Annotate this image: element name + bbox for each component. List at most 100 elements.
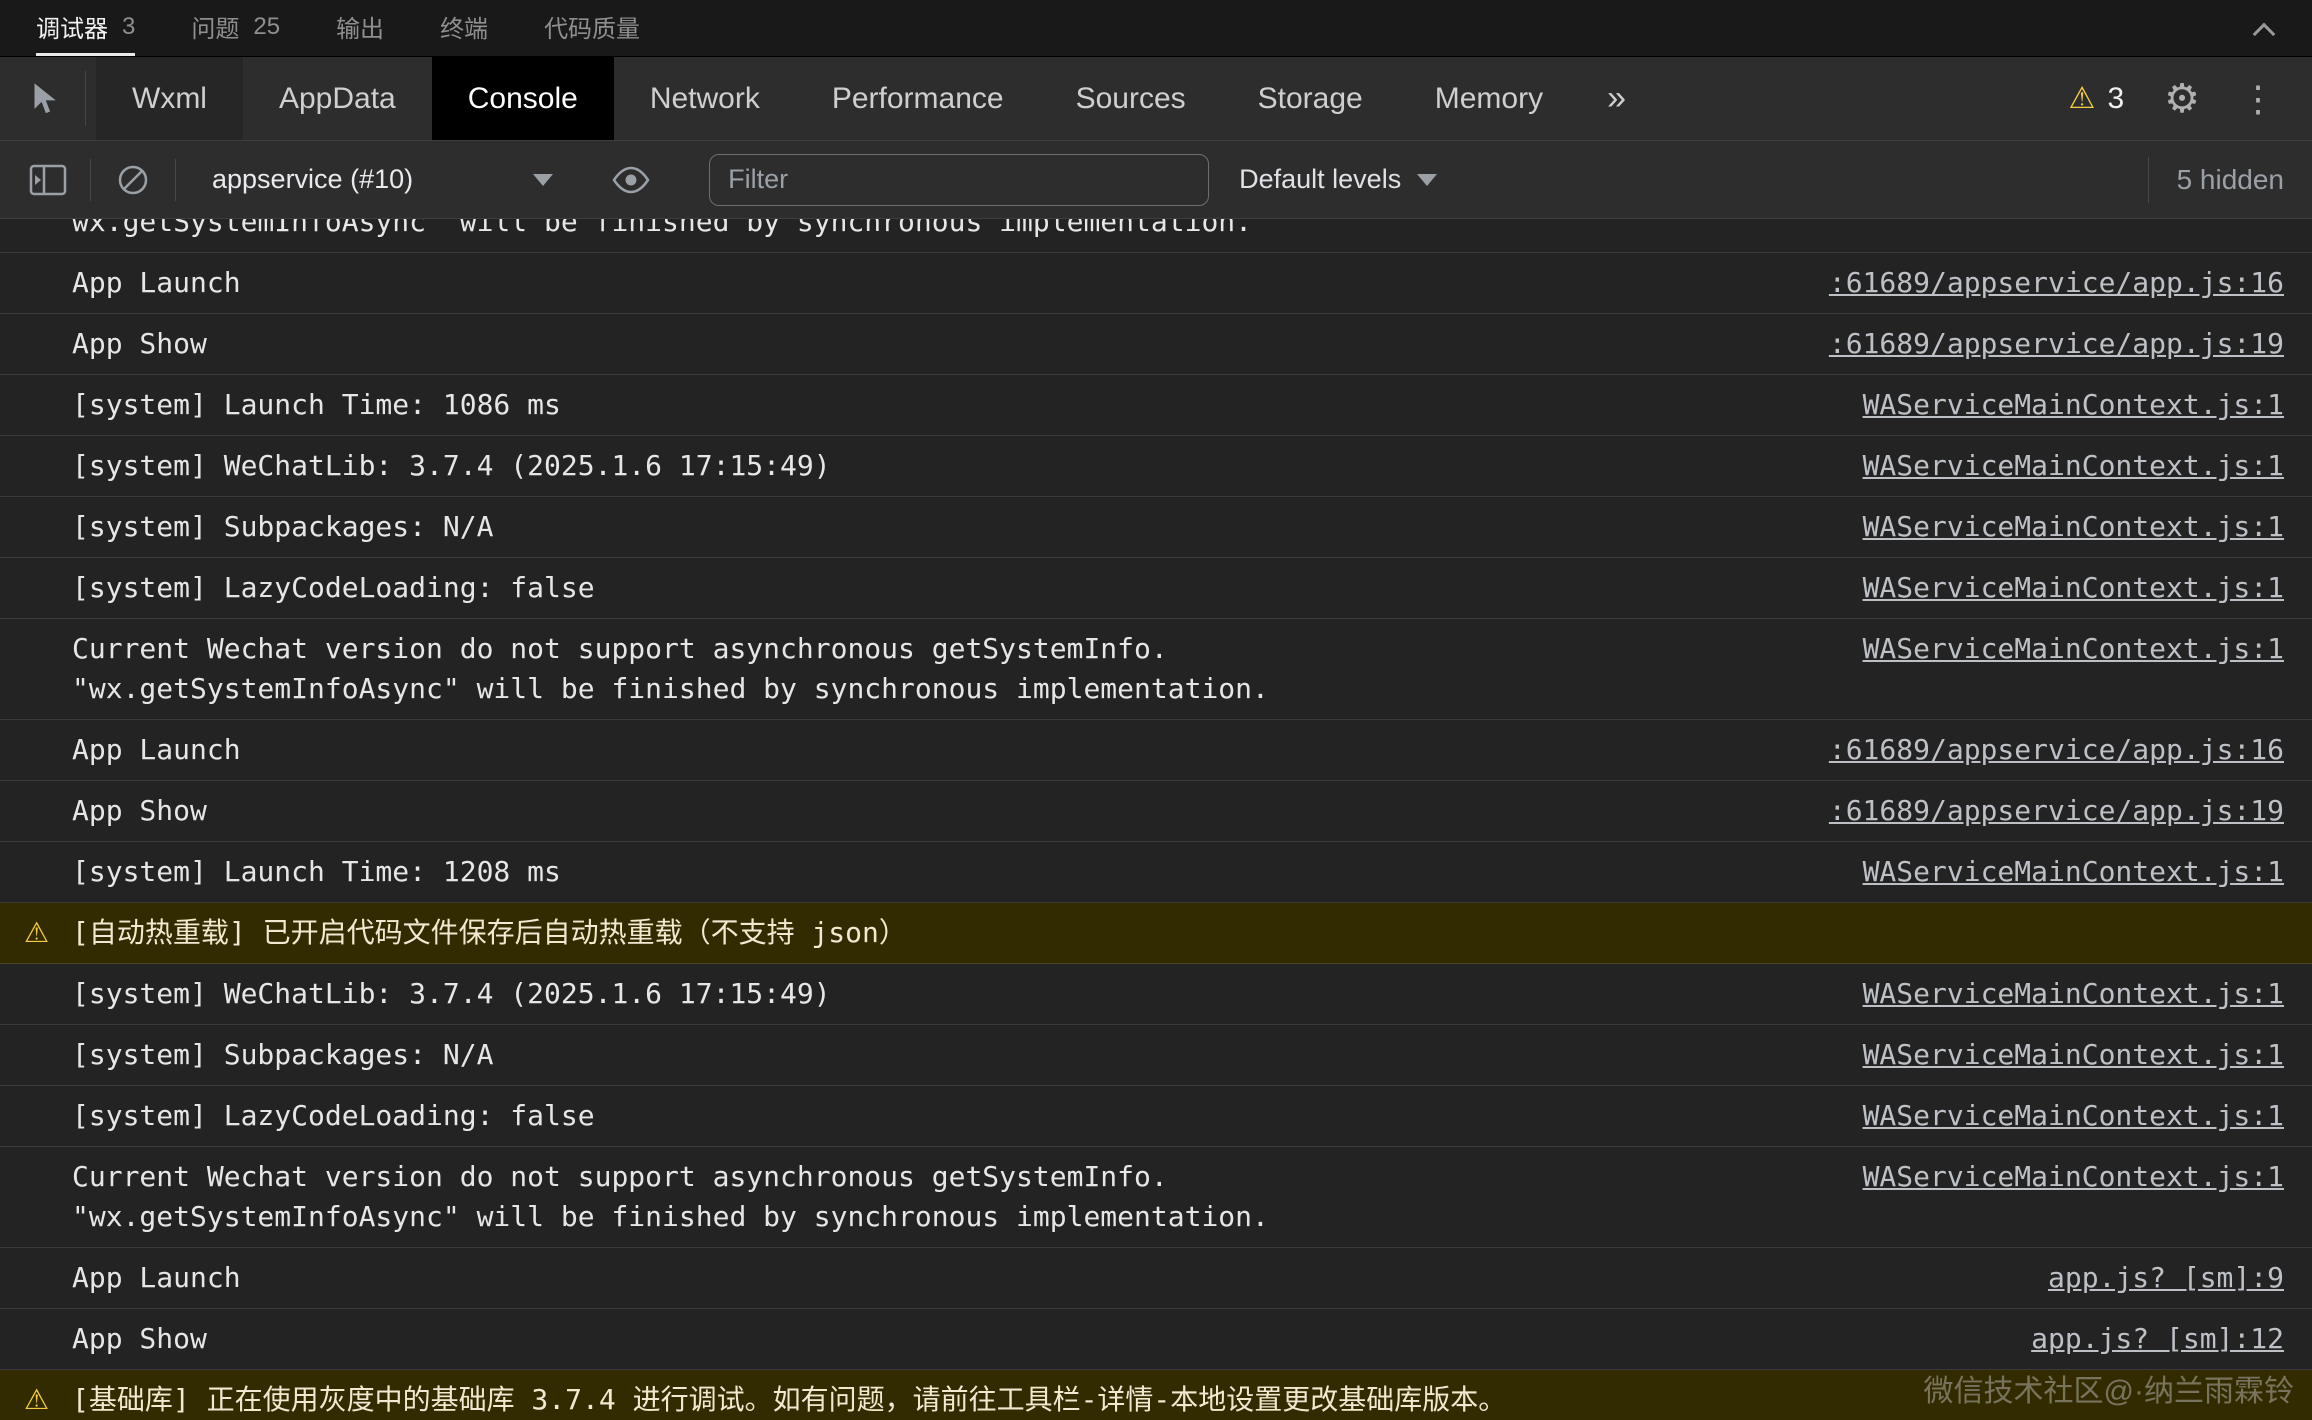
console-toolbar: appservice (#10) Default levels 5 hidden xyxy=(0,141,2312,219)
inspect-element-button[interactable] xyxy=(0,71,86,126)
log-message: [system] LazyCodeLoading: false xyxy=(72,568,595,608)
warning-icon: ⚠ xyxy=(24,1380,49,1420)
warnings-indicator[interactable]: ⚠ 3 xyxy=(2069,81,2125,116)
chevron-down-icon xyxy=(533,174,553,186)
warning-count: 3 xyxy=(2107,82,2124,116)
console-row: [system] Launch Time: 1208 ms WAServiceMa… xyxy=(0,842,2312,903)
tab-storage[interactable]: Storage xyxy=(1222,57,1399,140)
collapse-chevron-icon[interactable] xyxy=(2253,23,2276,46)
source-link[interactable]: :61689/appservice/app.js:19 xyxy=(1829,324,2284,364)
console-sidebar-icon xyxy=(28,162,68,198)
top-tab-3[interactable]: 输出 xyxy=(336,0,384,56)
source-link[interactable]: WAServiceMainContext.js:1 xyxy=(1863,1157,2284,1197)
tab-performance[interactable]: Performance xyxy=(796,57,1040,140)
log-levels-label: Default levels xyxy=(1239,164,1401,195)
warning-icon: ⚠ xyxy=(24,913,49,953)
console-row: [system] WeChatLib: 3.7.4 (2025.1.6 17:1… xyxy=(0,436,2312,497)
filter-input[interactable] xyxy=(709,154,1209,206)
source-link[interactable]: :61689/appservice/app.js:16 xyxy=(1829,263,2284,303)
log-message: [system] Subpackages: N/A xyxy=(72,507,493,547)
hidden-messages-count: 5 hidden xyxy=(2148,157,2284,203)
source-link[interactable]: WAServiceMainContext.js:1 xyxy=(1863,629,2284,669)
console-row: Current Wechat version do not support as… xyxy=(0,1147,2312,1248)
top-tab-label: 调试器 xyxy=(36,9,108,44)
console-sidebar-toggle-button[interactable] xyxy=(16,152,80,208)
log-message: [基础库] 正在使用灰度中的基础库 3.7.4 进行调试。如有问题，请前往工具栏… xyxy=(72,1380,1506,1420)
console-row: App Launch :61689/appservice/app.js:16 xyxy=(0,720,2312,781)
console-row: wx.getSystemInfoAsync" will be finished … xyxy=(0,219,2312,253)
top-tab-label: 终端 xyxy=(440,9,488,44)
chevron-down-icon xyxy=(1417,174,1437,186)
console-row: App Show:61689/appservice/app.js:19 xyxy=(0,781,2312,842)
tab-network[interactable]: Network xyxy=(614,57,796,140)
toolbar-divider xyxy=(175,159,176,201)
tab-sources[interactable]: Sources xyxy=(1040,57,1222,140)
source-link[interactable]: WAServiceMainContext.js:1 xyxy=(1863,1096,2284,1136)
console-warning-row: ⚠ [自动热重载] 已开启代码文件保存后自动热重载（不支持 json） xyxy=(0,903,2312,964)
console-row: [system] Launch Time: 1086 ms WAServiceMa… xyxy=(0,375,2312,436)
tab-memory[interactable]: Memory xyxy=(1399,57,1579,140)
debugger-top-bar: 调试器 3 问题 25 输出 终端 代码质量 xyxy=(0,0,2312,57)
source-link[interactable]: WAServiceMainContext.js:1 xyxy=(1863,852,2284,892)
console-row: [system] Subpackages: N/A WAServiceMainCo… xyxy=(0,497,2312,558)
console-warning-row: ⚠ [基础库] 正在使用灰度中的基础库 3.7.4 进行调试。如有问题，请前往工具… xyxy=(0,1370,2312,1420)
log-message: [system] Launch Time: 1208 ms xyxy=(72,852,561,892)
console-row: [system] Subpackages: N/A WAServiceMainCo… xyxy=(0,1025,2312,1086)
log-message: App Launch xyxy=(72,1258,241,1298)
log-message: wx.getSystemInfoAsync" will be finished … xyxy=(72,219,1252,242)
log-message: [system] Launch Time: 1086 ms xyxy=(72,385,561,425)
warning-icon: ⚠ xyxy=(2069,81,2096,116)
source-link[interactable]: WAServiceMainContext.js:1 xyxy=(1863,507,2284,547)
log-message: Current Wechat version do not support as… xyxy=(72,1157,1269,1237)
source-link[interactable]: WAServiceMainContext.js:1 xyxy=(1863,568,2284,608)
console-row: [system] LazyCodeLoading: falseWAService… xyxy=(0,1086,2312,1147)
execution-context-label: appservice (#10) xyxy=(212,164,413,195)
log-message: App Launch xyxy=(72,730,241,770)
source-link[interactable]: WAServiceMainContext.js:1 xyxy=(1863,974,2284,1014)
log-message: [system] WeChatLib: 3.7.4 (2025.1.6 17:1… xyxy=(72,974,831,1014)
tab-console[interactable]: Console xyxy=(432,57,614,140)
log-message: App Show xyxy=(72,324,207,364)
console-row: App Show :61689/appservice/app.js:19 xyxy=(0,314,2312,375)
kebab-menu-icon[interactable]: ⋮ xyxy=(2240,78,2276,120)
console-row: Current Wechat version do not support as… xyxy=(0,619,2312,720)
top-tab-label: 问题 xyxy=(191,9,239,44)
tab-wxml[interactable]: Wxml xyxy=(96,57,243,140)
top-tab-label: 输出 xyxy=(336,9,384,44)
devtools-tab-bar: WxmlAppDataConsoleNetworkPerformanceSour… xyxy=(0,57,2312,141)
source-link[interactable]: :61689/appservice/app.js:19 xyxy=(1829,791,2284,831)
source-link[interactable]: :61689/appservice/app.js:16 xyxy=(1829,730,2284,770)
console-log-area[interactable]: wx.getSystemInfoAsync" will be finished … xyxy=(0,219,2312,1420)
log-message: [自动热重载] 已开启代码文件保存后自动热重载（不支持 json） xyxy=(72,913,907,953)
source-link[interactable]: app.js? [sm]:9 xyxy=(2048,1258,2284,1298)
log-message: Current Wechat version do not support as… xyxy=(72,629,1269,709)
source-link[interactable]: WAServiceMainContext.js:1 xyxy=(1863,385,2284,425)
source-link[interactable]: WAServiceMainContext.js:1 xyxy=(1863,1035,2284,1075)
source-link[interactable]: WAServiceMainContext.js:1 xyxy=(1863,446,2284,486)
console-row: [system] LazyCodeLoading: false WAService… xyxy=(0,558,2312,619)
console-row: App Launch app.js? [sm]:9 xyxy=(0,1248,2312,1309)
settings-gear-icon[interactable]: ⚙ xyxy=(2164,76,2200,122)
top-tab-label: 代码质量 xyxy=(544,9,640,44)
live-expression-button[interactable] xyxy=(599,152,663,208)
more-tabs-button[interactable]: » xyxy=(1579,57,1654,140)
log-message: [system] Subpackages: N/A xyxy=(72,1035,493,1075)
clear-console-button[interactable] xyxy=(101,152,165,208)
top-tab-4[interactable]: 终端 xyxy=(440,0,488,56)
toolbar-divider xyxy=(90,159,91,201)
console-row: App Show app.js? [sm]:12 xyxy=(0,1309,2312,1370)
top-tab-badge: 3 xyxy=(122,13,135,41)
clear-console-icon xyxy=(115,162,151,198)
log-message: App Show xyxy=(72,1319,207,1359)
top-tab-badge: 25 xyxy=(253,13,280,41)
execution-context-selector[interactable]: appservice (#10) xyxy=(186,164,573,195)
top-tab-5[interactable]: 代码质量 xyxy=(544,0,640,56)
log-message: App Launch xyxy=(72,263,241,303)
console-row: [system] WeChatLib: 3.7.4 (2025.1.6 17:1… xyxy=(0,964,2312,1025)
top-tab-1[interactable]: 调试器 3 xyxy=(36,0,135,56)
tab-appdata[interactable]: AppData xyxy=(243,57,432,140)
top-tab-2[interactable]: 问题 25 xyxy=(191,0,280,56)
eye-icon xyxy=(610,163,652,197)
log-levels-selector[interactable]: Default levels xyxy=(1239,164,1437,195)
source-link[interactable]: app.js? [sm]:12 xyxy=(2031,1319,2284,1359)
